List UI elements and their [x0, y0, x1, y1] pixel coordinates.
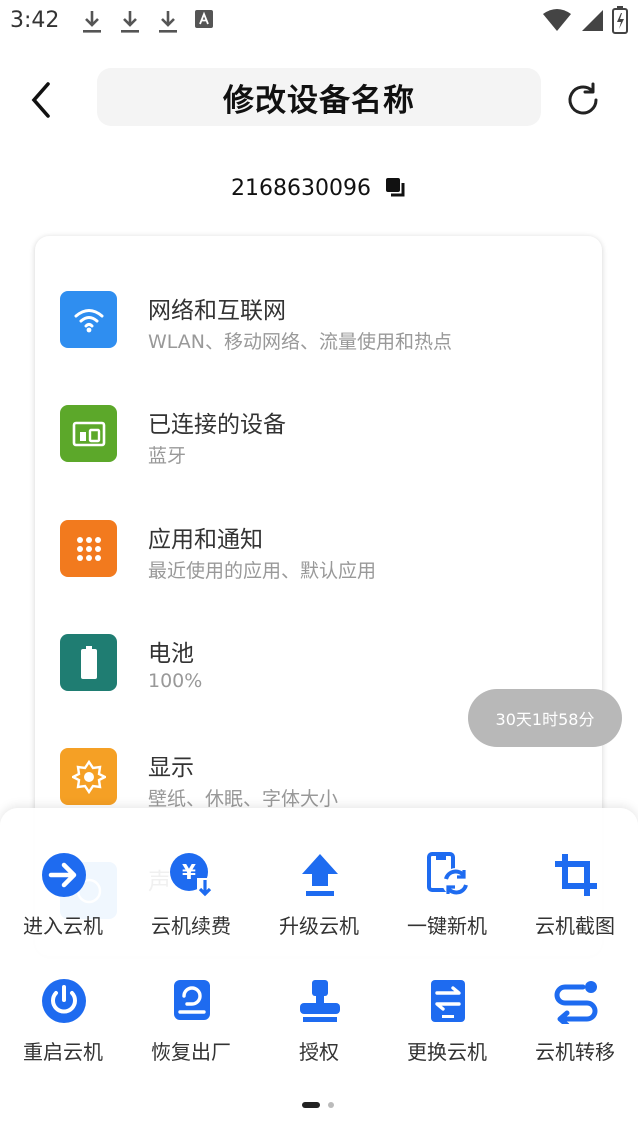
setting-title: 应用和通知: [148, 527, 263, 553]
factory-reset-button[interactable]: 恢复出厂: [131, 978, 251, 1078]
apps-icon: [60, 520, 117, 577]
setting-title: 电池: [148, 641, 194, 667]
status-time: 3:42: [10, 8, 60, 33]
transfer-button[interactable]: 云机转移: [515, 978, 635, 1078]
restart-button[interactable]: 重启云机: [3, 978, 123, 1078]
replace-icon: [431, 980, 465, 1022]
status-bar: 3:42: [0, 0, 638, 44]
status-icons-right: [542, 6, 628, 34]
download-icon: [118, 9, 142, 35]
setting-subtitle: 壁纸、休眠、字体大小: [148, 788, 339, 810]
devices-icon: [60, 405, 117, 462]
upgrade-button[interactable]: 升级云机: [259, 852, 379, 952]
page-dot[interactable]: [328, 1102, 334, 1108]
action-label: 升级云机: [279, 914, 359, 938]
page-indicator: [302, 1102, 334, 1108]
enter-cloud-button[interactable]: 进入云机: [3, 852, 123, 952]
svg-text:¥: ¥: [182, 860, 196, 884]
setting-item-apps: 应用和通知 最近使用的应用、默认应用: [35, 510, 602, 610]
authorize-button[interactable]: 授权: [259, 978, 379, 1078]
refresh-icon: [568, 82, 598, 115]
wifi-icon: [543, 9, 571, 31]
download-icon: [156, 9, 180, 35]
status-icons-left: [80, 8, 218, 36]
new-device-button[interactable]: 一键新机: [387, 852, 507, 952]
wifi-icon: [60, 291, 117, 348]
enter-icon: [42, 853, 86, 897]
power-icon: [42, 979, 86, 1023]
download-icon: [80, 9, 104, 35]
setting-title: 网络和互联网: [148, 298, 286, 324]
action-label: 进入云机: [23, 914, 103, 938]
setting-item-devices: 已连接的设备 蓝牙: [35, 395, 602, 495]
action-label: 重启云机: [23, 1040, 103, 1064]
setting-subtitle: 最近使用的应用、默认应用: [148, 560, 377, 582]
remaining-time-badge: 30天1时58分: [468, 689, 622, 747]
setting-subtitle: 蓝牙: [148, 445, 187, 467]
action-label: 云机续费: [151, 914, 231, 938]
transfer-icon: [554, 981, 598, 1024]
new-device-icon: [427, 852, 470, 896]
setting-subtitle: 100%: [148, 670, 203, 692]
battery-icon: [60, 634, 117, 691]
setting-title: 显示: [148, 755, 194, 781]
renew-button[interactable]: ¥ 云机续费: [131, 852, 251, 952]
refresh-button[interactable]: [563, 80, 603, 120]
screenshot-button[interactable]: 云机截图: [515, 852, 635, 952]
action-label: 云机截图: [535, 914, 615, 938]
device-id-row: 2168630096: [0, 170, 638, 206]
copy-icon[interactable]: [385, 177, 407, 199]
title-box[interactable]: 修改设备名称: [97, 68, 541, 126]
back-button[interactable]: [22, 78, 62, 122]
setting-subtitle: WLAN、移动网络、流量使用和热点: [148, 331, 453, 353]
action-label: 授权: [299, 1040, 339, 1064]
device-id: 2168630096: [231, 175, 371, 201]
page-title: 修改设备名称: [223, 82, 415, 119]
battery-icon: [612, 6, 628, 34]
action-label: 恢复出厂: [151, 1040, 231, 1064]
setting-item-network: 网络和互联网 WLAN、移动网络、流量使用和热点: [35, 281, 602, 381]
signal-icon: [582, 10, 603, 31]
action-label: 更换云机: [407, 1040, 487, 1064]
upgrade-icon: [302, 854, 338, 896]
action-label: 一键新机: [407, 914, 487, 938]
page-dot-active[interactable]: [302, 1102, 320, 1108]
chevron-left-icon: [31, 82, 50, 118]
stamp-icon: [300, 980, 340, 1022]
setting-title: 已连接的设备: [148, 412, 286, 438]
brightness-icon: [60, 748, 117, 805]
crop-icon: [555, 854, 597, 896]
font-icon: [194, 9, 218, 35]
action-label: 云机转移: [535, 1040, 615, 1064]
renew-icon: ¥: [170, 853, 213, 897]
factory-reset-icon: [174, 980, 210, 1020]
replace-device-button[interactable]: 更换云机: [387, 978, 507, 1078]
action-sheet: 进入云机 ¥ 云机续费 升级云机 一键新机 云机截图 重启云机 恢复出厂 授权 …: [0, 808, 638, 1134]
